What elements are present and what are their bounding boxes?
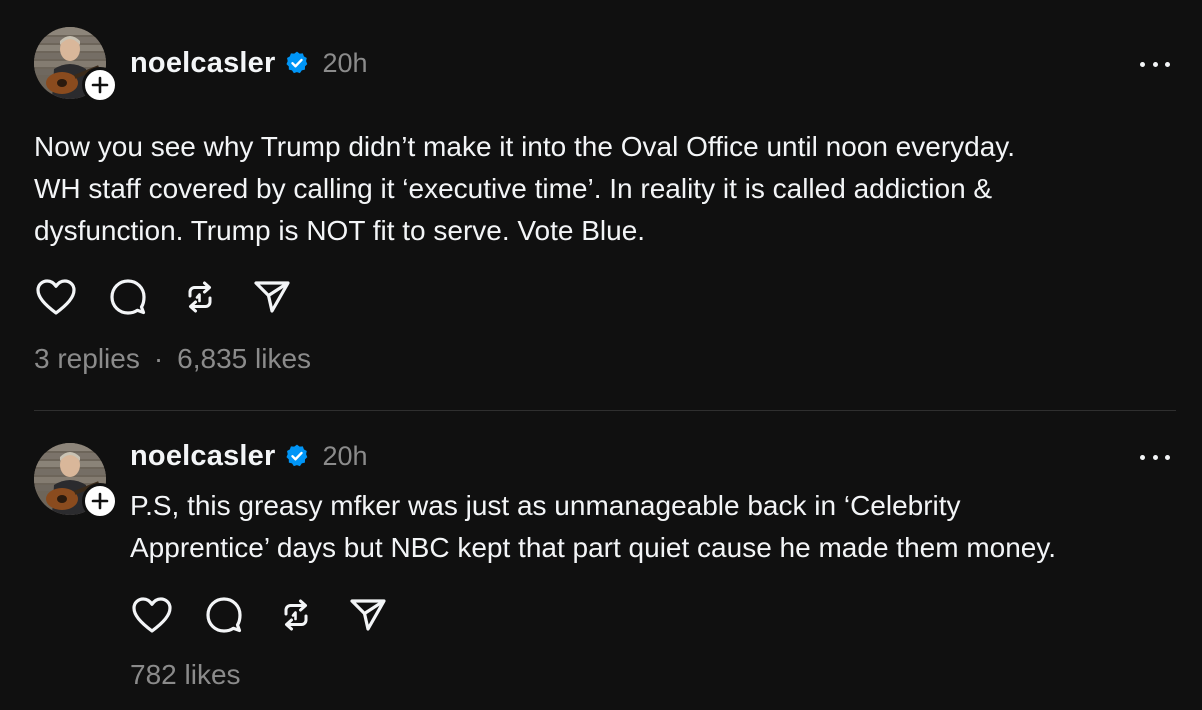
author-row: noelcasler 20h [130, 45, 368, 81]
post-text-line: Apprentice’ days but NBC kept that part … [130, 532, 1057, 563]
speech-bubble-icon [110, 279, 146, 315]
follow-button[interactable] [82, 483, 118, 519]
post-body: P.S, this greasy mfker was just as unman… [130, 485, 1056, 569]
heart-icon [132, 597, 172, 633]
reply-button[interactable] [202, 593, 246, 637]
ellipsis-icon-dot [1140, 61, 1145, 67]
replies-count[interactable]: 3 replies [34, 343, 140, 375]
post-stats: 3 replies · 6,835 likes [34, 341, 311, 377]
post-actions [34, 275, 322, 319]
ellipsis-icon-dot [1165, 61, 1170, 67]
post-body: Now you see why Trump didn’t make it int… [34, 126, 1015, 252]
share-button[interactable] [346, 593, 390, 637]
share-button[interactable] [250, 275, 294, 319]
plus-icon [91, 76, 109, 94]
repost-arrows-icon [188, 281, 212, 313]
more-options-button[interactable] [1140, 447, 1170, 467]
post-text-line: Now you see why Trump didn’t make it int… [34, 131, 1015, 162]
stats-separator: · [153, 343, 164, 374]
ellipsis-icon-dot [1165, 454, 1170, 460]
plus-icon [91, 492, 109, 510]
repost-button[interactable] [178, 275, 222, 319]
reply-button[interactable] [106, 275, 150, 319]
post-stats: 782 likes [130, 657, 241, 693]
verified-badge-icon [284, 443, 310, 469]
paper-plane-icon [254, 281, 290, 313]
speech-bubble-icon [206, 597, 242, 633]
more-options-button[interactable] [1140, 54, 1170, 74]
post-text-line: WH staff covered by calling it ‘executiv… [34, 173, 993, 204]
like-button[interactable] [130, 593, 174, 637]
avatar-container[interactable] [34, 443, 118, 519]
like-button[interactable] [34, 275, 78, 319]
thread-post-1: noelcasler 20h Now you see why Trump did… [0, 0, 1202, 410]
avatar-container[interactable] [34, 27, 118, 103]
repost-button[interactable] [274, 593, 318, 637]
verified-badge-icon [284, 50, 310, 76]
post-timestamp[interactable]: 20h [322, 441, 367, 472]
heart-icon [36, 279, 76, 315]
ellipsis-icon-dot [1140, 454, 1145, 460]
repost-arrows-icon [284, 599, 308, 631]
paper-plane-icon [350, 599, 386, 631]
likes-count[interactable]: 782 likes [130, 659, 241, 691]
follow-button[interactable] [82, 67, 118, 103]
ellipsis-icon-dot [1152, 454, 1158, 460]
author-row: noelcasler 20h [130, 438, 368, 474]
likes-count[interactable]: 6,835 likes [177, 343, 311, 375]
thread-post-2: noelcasler 20h P.S, this greasy mfker wa… [0, 411, 1202, 710]
post-timestamp[interactable]: 20h [322, 48, 367, 79]
username-link[interactable]: noelcasler [130, 440, 275, 473]
username-link[interactable]: noelcasler [130, 47, 275, 80]
ellipsis-icon-dot [1152, 61, 1158, 67]
post-text-line: dysfunction. Trump is NOT fit to serve. … [34, 215, 646, 246]
post-text-line: P.S, this greasy mfker was just as unman… [130, 490, 961, 521]
post-actions [130, 593, 418, 637]
